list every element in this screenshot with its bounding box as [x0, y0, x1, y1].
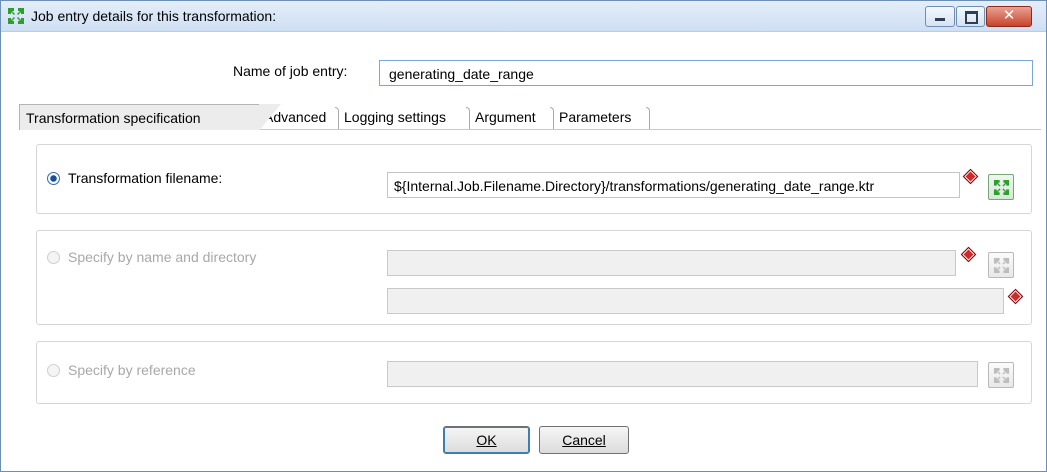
minimize-icon: [935, 18, 945, 21]
tab-divider: [335, 107, 339, 129]
tab-divider: [550, 107, 554, 129]
name-and-directory-radio[interactable]: [47, 251, 60, 264]
reference-input[interactable]: [387, 361, 978, 387]
transformation-filename-input[interactable]: ${Internal.Job.Filename.Directory}/trans…: [387, 172, 960, 198]
browse-icon: [993, 367, 1010, 384]
transformation-filename-label: Transformation filename:: [68, 170, 223, 186]
cancel-button-label: Cancel: [562, 432, 606, 448]
browse-icon: [993, 179, 1010, 196]
job-entry-icon: [7, 7, 25, 25]
tab-parameters[interactable]: Parameters: [559, 104, 631, 128]
maximize-icon: [965, 11, 978, 24]
close-icon: ✕: [1002, 6, 1016, 24]
tab-divider: [466, 107, 470, 129]
close-button[interactable]: ✕: [986, 6, 1032, 27]
reference-label: Specify by reference: [68, 362, 196, 378]
job-entry-name-label: Name of job entry:: [233, 63, 348, 79]
window-title: Job entry details for this transformatio…: [31, 8, 277, 24]
ok-button-label: OK: [476, 432, 497, 448]
tab-logging-settings[interactable]: Logging settings: [344, 104, 446, 128]
name-and-directory-label: Specify by name and directory: [68, 249, 257, 265]
minimize-button[interactable]: [925, 6, 955, 27]
maximize-button[interactable]: [956, 6, 985, 27]
tab-argument[interactable]: Argument: [475, 104, 536, 128]
job-entry-name-input[interactable]: generating_date_range: [379, 60, 1033, 86]
cancel-button[interactable]: Cancel: [539, 426, 629, 454]
dialog-window: Job entry details for this transformatio…: [0, 0, 1047, 472]
transformation-filename-radio[interactable]: [47, 172, 60, 185]
browse-transformation-button[interactable]: [988, 174, 1014, 200]
transformation-name-input[interactable]: [387, 250, 956, 276]
ok-button[interactable]: OK: [443, 426, 530, 454]
tab-divider: [646, 107, 650, 129]
directory-input[interactable]: [387, 288, 1004, 314]
browse-reference-button[interactable]: [988, 362, 1014, 388]
browse-repository-button[interactable]: [988, 252, 1014, 278]
title-bar[interactable]: Job entry details for this transformatio…: [1, 1, 1046, 32]
reference-radio[interactable]: [47, 364, 60, 377]
tab-transformation-specification[interactable]: Transformation specification: [19, 104, 281, 131]
browse-icon: [993, 257, 1010, 274]
